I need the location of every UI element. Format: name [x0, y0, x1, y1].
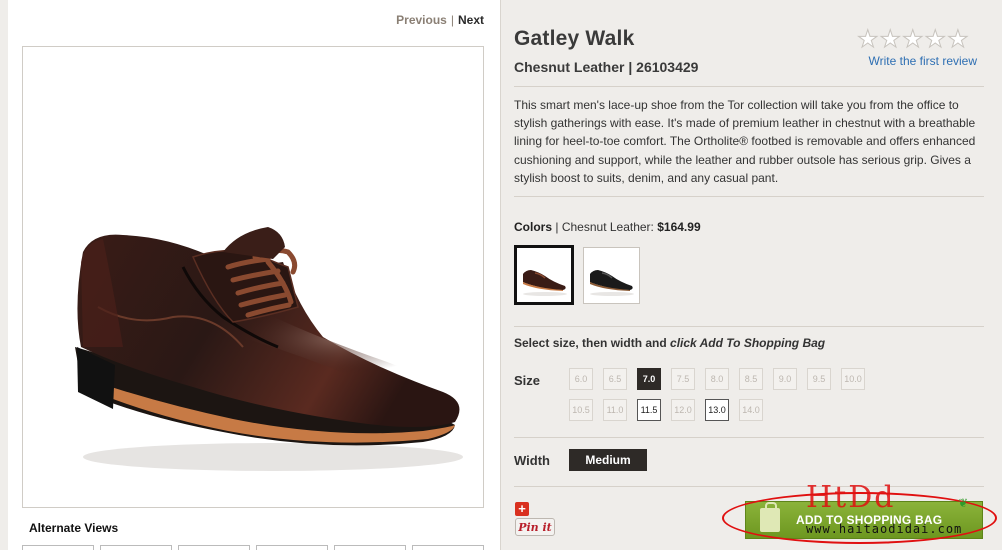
image-pager: Previous | Next	[396, 13, 484, 27]
size-option[interactable]: 6.5	[603, 368, 627, 390]
color-swatch-chesnut-selected[interactable]	[514, 245, 574, 305]
product-details-panel: Gatley Walk Chesnut Leather | 26103429 ★…	[500, 0, 1002, 550]
divider	[514, 486, 984, 487]
size-option-selected[interactable]: 7.0	[637, 368, 661, 390]
colors-info: Colors | Chesnut Leather: $164.99	[514, 220, 701, 234]
divider	[514, 437, 984, 438]
alternate-views-thumbnails	[22, 545, 492, 550]
colors-separator: |	[555, 220, 559, 234]
alternate-view-thumbnail[interactable]	[256, 545, 328, 550]
size-label: Size	[514, 373, 541, 388]
size-option[interactable]: 7.5	[671, 368, 695, 390]
shoe-image	[75, 227, 463, 471]
size-option[interactable]: 9.5	[807, 368, 831, 390]
alternate-view-thumbnail[interactable]	[100, 545, 172, 550]
alternate-view-thumbnail[interactable]	[22, 545, 94, 550]
star-icon[interactable]: ★	[902, 27, 924, 52]
colors-label: Colors	[514, 220, 553, 234]
size-option[interactable]: 10.0	[841, 368, 865, 390]
star-icon[interactable]: ★	[947, 27, 969, 52]
pinterest-pin-it-button[interactable]: Pin it	[515, 518, 555, 536]
product-title: Gatley Walk	[514, 27, 635, 50]
star-icon[interactable]: ★	[857, 27, 879, 52]
size-instruction-emphasis: click Add To Shopping Bag	[670, 336, 826, 350]
alternate-views-title: Alternate Views	[29, 521, 119, 535]
rating-stars[interactable]: ★ ★ ★ ★ ★	[857, 27, 970, 52]
size-option[interactable]: 9.0	[773, 368, 797, 390]
size-option[interactable]: 11.5	[637, 399, 661, 421]
star-icon[interactable]: ★	[924, 27, 946, 52]
size-option[interactable]: 8.0	[705, 368, 729, 390]
alternate-view-thumbnail[interactable]	[178, 545, 250, 550]
width-option-selected[interactable]: Medium	[569, 449, 647, 471]
size-option[interactable]: 14.0	[739, 399, 763, 421]
size-option[interactable]: 6.0	[569, 368, 593, 390]
width-label: Width	[514, 453, 550, 468]
size-option[interactable]: 13.0	[705, 399, 729, 421]
previous-link[interactable]: Previous	[396, 13, 447, 27]
shopping-bag-icon	[760, 502, 780, 532]
shoe-thumbnail	[523, 270, 567, 296]
share-plus-button[interactable]: +	[515, 502, 529, 516]
size-instruction-text: Select size, then width and	[514, 336, 671, 350]
main-product-image[interactable]	[22, 46, 484, 508]
alternate-view-thumbnail[interactable]	[412, 545, 484, 550]
size-options-row: 10.5 11.0 11.5 12.0 13.0 14.0	[569, 399, 763, 421]
selected-color-name: Chesnut Leather:	[561, 220, 654, 234]
divider	[514, 86, 984, 87]
write-review-link[interactable]: Write the first review	[869, 54, 977, 68]
next-link[interactable]: Next	[458, 13, 484, 27]
divider	[514, 326, 984, 327]
color-swatch-black[interactable]	[583, 247, 640, 304]
divider	[514, 196, 984, 197]
watermark-url: www.haitaodidai.com	[806, 522, 963, 536]
product-subtitle: Chesnut Leather | 26103429	[514, 59, 699, 75]
leaf-icon: ❦	[958, 496, 969, 510]
product-image-panel: Previous | Next Alternate Views	[8, 0, 500, 550]
alternate-view-thumbnail[interactable]	[334, 545, 406, 550]
product-description: This smart men's lace-up shoe from the T…	[514, 98, 976, 185]
size-option[interactable]: 12.0	[671, 399, 695, 421]
size-option[interactable]: 10.5	[569, 399, 593, 421]
size-options-row: 6.0 6.5 7.0 7.5 8.0 8.5 9.0 9.5 10.0	[569, 368, 865, 390]
star-icon[interactable]: ★	[879, 27, 901, 52]
watermark-logo: HtDd	[806, 480, 896, 515]
shoe-thumbnail	[590, 270, 634, 296]
size-instruction: Select size, then width and click Add To…	[514, 336, 825, 350]
pager-separator: |	[450, 13, 454, 27]
size-option[interactable]: 11.0	[603, 399, 627, 421]
price: $164.99	[657, 220, 701, 234]
size-option[interactable]: 8.5	[739, 368, 763, 390]
